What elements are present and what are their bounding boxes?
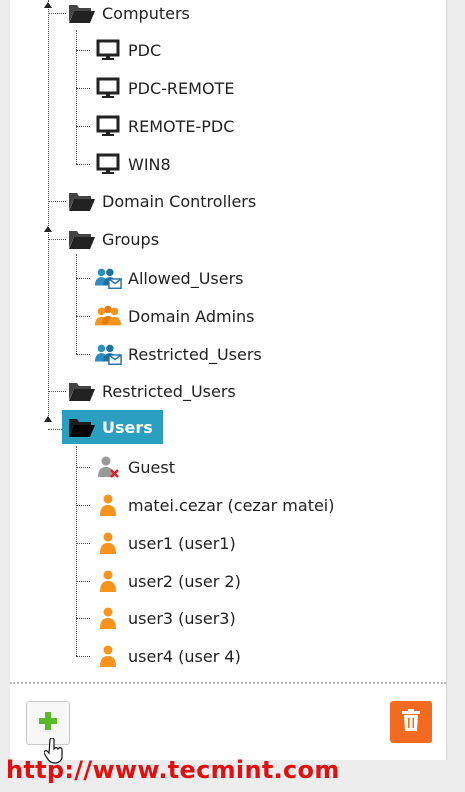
tree-label: REMOTE-PDC <box>128 116 235 136</box>
user-icon <box>94 493 122 517</box>
tree-label: Guest <box>128 457 175 477</box>
tree-item-computer[interactable]: REMOTE-PDC <box>94 111 234 141</box>
tree-label: matei.cezar (cezar matei) <box>128 495 335 515</box>
tree-item-computer[interactable]: WIN8 <box>94 149 171 179</box>
plus-icon <box>38 711 58 735</box>
computer-icon <box>94 114 122 138</box>
tree-connector <box>76 316 90 317</box>
folder-open-icon <box>68 227 96 251</box>
tree-connector <box>76 88 90 89</box>
tree-folder-restricted-users[interactable]: Restricted_Users <box>68 376 236 406</box>
tree-label: Computers <box>102 3 190 23</box>
expand-toggle[interactable] <box>44 416 52 422</box>
tree-label: user1 (user1) <box>128 533 236 553</box>
tree-folder-users[interactable]: Users <box>62 410 163 444</box>
tree-label: user3 (user3) <box>128 608 236 628</box>
computer-icon <box>94 38 122 62</box>
tree-item-computer[interactable]: PDC-REMOTE <box>94 73 234 103</box>
folder-open-icon <box>68 189 96 213</box>
tree-connector <box>48 13 66 14</box>
tree-label: WIN8 <box>128 154 171 174</box>
tree-label: Users <box>102 417 153 437</box>
tree-connector <box>48 239 66 240</box>
tree-item-computer[interactable]: PDC <box>94 35 161 65</box>
footer-divider <box>10 682 446 684</box>
tree-connector <box>76 467 90 468</box>
tree-folder-groups[interactable]: Groups <box>68 224 159 254</box>
tree-item-user[interactable]: user3 (user3) <box>94 603 236 633</box>
tree-connector <box>76 278 90 279</box>
tree-item-user[interactable]: matei.cezar (cezar matei) <box>94 490 335 520</box>
tree-connector <box>76 164 90 165</box>
tree-item-group[interactable]: Restricted_Users <box>94 339 262 369</box>
trash-icon <box>402 709 420 735</box>
watermark-text: http://www.tecmint.com <box>6 756 340 784</box>
folder-open-icon <box>68 1 96 25</box>
tree-connector <box>48 201 66 202</box>
tree-connector <box>76 446 77 656</box>
tree-connector <box>76 254 77 354</box>
group-icon <box>94 304 122 328</box>
tree-item-user[interactable]: user2 (user 2) <box>94 566 241 596</box>
tree-item-group[interactable]: Domain Admins <box>94 301 255 331</box>
tree-label: user2 (user 2) <box>128 571 241 591</box>
directory-tree: Computers PDC PDC-REMOTE REMOTE-PDC WIN8… <box>10 0 446 682</box>
expand-toggle[interactable] <box>44 2 52 8</box>
tree-label: Domain Controllers <box>102 191 257 211</box>
disabled-user-icon <box>94 455 122 479</box>
tree-folder-domain-controllers[interactable]: Domain Controllers <box>68 186 256 216</box>
tree-connector <box>48 391 66 392</box>
tree-folder-computers[interactable]: Computers <box>68 0 190 28</box>
tree-connector <box>76 656 90 657</box>
folder-open-icon <box>68 415 96 439</box>
folder-open-icon <box>68 379 96 403</box>
tree-item-user[interactable]: Guest <box>94 452 175 482</box>
tree-connector <box>76 354 90 355</box>
tree-connector <box>48 0 49 420</box>
tree-connector <box>76 543 90 544</box>
group-icon <box>94 266 122 290</box>
tree-label: Restricted_Users <box>102 381 236 401</box>
tree-label: user4 (user 4) <box>128 646 241 666</box>
tree-connector <box>76 581 90 582</box>
computer-icon <box>94 76 122 100</box>
tree-item-group[interactable]: Allowed_Users <box>94 263 244 293</box>
tree-label: Domain Admins <box>128 306 255 326</box>
tree-connector <box>76 50 90 51</box>
tree-label: Restricted_Users <box>128 344 262 364</box>
directory-panel: Computers PDC PDC-REMOTE REMOTE-PDC WIN8… <box>10 0 447 760</box>
tree-connector <box>76 126 90 127</box>
user-icon <box>94 644 122 668</box>
tree-item-user[interactable]: user4 (user 4) <box>94 641 241 671</box>
user-icon <box>94 569 122 593</box>
user-icon <box>94 531 122 555</box>
tree-label: PDC <box>128 40 162 60</box>
group-icon <box>94 342 122 366</box>
tree-connector <box>76 505 90 506</box>
expand-toggle[interactable] <box>44 226 52 232</box>
user-icon <box>94 606 122 630</box>
tree-label: PDC-REMOTE <box>128 78 235 98</box>
tree-label: Groups <box>102 229 160 249</box>
tree-label: Allowed_Users <box>128 268 244 288</box>
tree-item-user[interactable]: user1 (user1) <box>94 528 236 558</box>
tree-connector <box>76 618 90 619</box>
delete-button[interactable] <box>390 701 432 743</box>
computer-icon <box>94 152 122 176</box>
